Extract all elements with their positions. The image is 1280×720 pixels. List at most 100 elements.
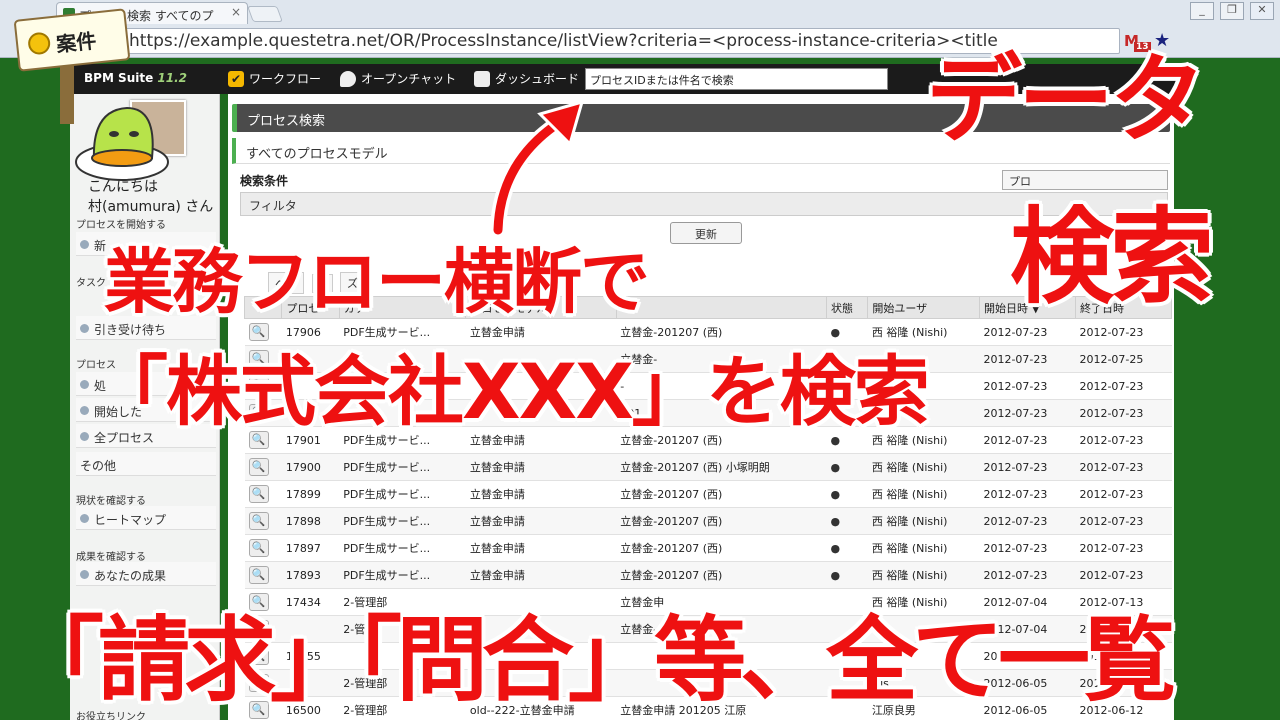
sign-label: 案件 [55,28,98,57]
sidebar-item-label: その他 [80,459,117,473]
table-cell: ● [826,507,868,535]
table-cell: PDF生成サービ... [339,561,466,589]
sidebar-section-task: タスク [76,278,106,289]
dashboard-icon [474,70,490,87]
table-cell: 西 裕隆 (Nishi) [867,561,980,589]
table-cell: 立替金-201207 (西) 小塚明朗 [616,453,827,481]
column-header[interactable]: 状態 [825,296,869,319]
table-cell: ● [826,534,868,562]
table-row[interactable]: 🔍 17893 PDF生成サービ... 立替金申請 立替金-201207 (西) ● 西 裕… [244,561,1172,589]
caption-search: 検索 [1010,196,1214,318]
caption-data: データ [926,44,1206,156]
table-cell: ● [826,561,868,589]
table-cell: 2012-07-23 [1075,453,1172,481]
table-cell: 2012-07-23 [979,345,1076,373]
table-cell: 17900 [281,453,340,481]
table-cell: 2012-07-23 [979,534,1076,562]
table-cell: 2012-07-23 [979,480,1076,508]
table-cell: PDF生成サービ... [339,507,466,535]
table-cell: 2012-07-23 [1075,480,1172,508]
table-cell: PDF生成サービ... [339,480,466,508]
table-cell: 2012-07-23 [1075,561,1172,589]
table-cell: 2012-07-23 [1075,372,1172,400]
table-cell: 立替金申請 [465,534,617,562]
nav-dashboard-label: ダッシュボード [495,72,580,86]
table-cell: ● [826,453,868,481]
table-row[interactable]: 🔍 17897 PDF生成サービ... 立替金申請 立替金-201207 (西) ● 西 裕… [244,534,1172,562]
magnifier-icon[interactable]: 🔍 [248,566,269,584]
table-cell: 2012-07-23 [979,453,1076,481]
magnifier-icon[interactable]: 🔍 [248,512,269,530]
user-name: 村(amumura) さん [88,199,214,215]
table-cell: 立替金申請 [465,480,617,508]
sidebar-item-other[interactable]: その他 [76,452,216,476]
sidebar-item-your-result[interactable]: あなたの成果 [76,562,216,586]
chat-bubble-icon [340,70,356,87]
table-row[interactable]: 🔍 17898 PDF生成サービ... 立替金申請 立替金-201207 (西) ● 西 裕… [244,507,1172,535]
table-cell: 2012-07-23 [1075,399,1172,427]
case-sign: 案件 [13,8,131,72]
minimize-button[interactable]: _ [1190,2,1214,20]
table-cell: PDF生成サービ... [339,534,466,562]
table-row[interactable]: 🔍 17900 PDF生成サービ... 立替金申請 立替金-201207 (西) 小塚明… [244,453,1172,481]
coin-icon [27,31,52,56]
process-search-input[interactable]: プロセスIDまたは件名で検索 [585,68,888,90]
table-cell: PDF生成サービ... [339,453,466,481]
update-button[interactable]: 更新 [670,222,742,244]
done-icon [80,380,89,389]
caption-cross-workflow: 業務フロー横断で [104,241,650,323]
table-cell: 2012-07-23 [979,561,1076,589]
table-cell: 西 裕隆 (Nishi) [867,534,980,562]
sidebar-section-result: 成果を確認する [76,552,146,563]
nav-open-chat[interactable]: オープンチャット [340,70,456,87]
table-cell: 立替金申請 [465,507,617,535]
criteria-label: 検索条件 [240,174,289,188]
table-cell: ● [826,480,868,508]
sidebar-item-label: あなたの成果 [94,569,167,583]
all-process-icon [80,432,89,441]
nav-dashboard[interactable]: ダッシュボード [474,70,579,87]
nav-workflow[interactable]: ✔ ワークフロー [228,70,321,87]
table-row[interactable]: 🔍 17899 PDF生成サービ... 立替金申請 立替金-201207 (西) ● 西 裕… [244,480,1172,508]
magnifier-icon[interactable]: 🔍 [248,539,269,557]
new-tab-button[interactable] [247,6,283,22]
table-cell: 2012-07-23 [1075,534,1172,562]
magnifier-icon[interactable]: 🔍 [248,485,269,503]
table-cell: 2012-07-25 [1075,345,1172,373]
column-header[interactable]: 開始ユーザ [867,296,980,319]
maximize-button[interactable]: ❐ [1220,2,1244,20]
close-tab-icon[interactable]: × [231,5,241,19]
table-cell: 2012-07-23 [1075,426,1172,454]
heatmap-icon [80,514,89,523]
brand-version: 11.2 [157,71,188,85]
table-cell: 立替金-201207 (西) [616,561,827,589]
mascot-character [75,106,169,181]
table-cell: 17898 [281,507,340,535]
table-cell: 立替金-201207 (西) [616,507,827,535]
table-cell: 2012-07-23 [979,426,1076,454]
table-cell: 2012-07-23 [979,507,1076,535]
table-cell: 西 裕隆 (Nishi) [867,480,980,508]
sidebar-section-status: 現状を確認する [76,496,146,507]
plus-icon [80,240,89,249]
brand-logo[interactable]: BPM Suite 11.2 [84,71,187,85]
pointer-arrow-icon [490,99,585,238]
row-view-cell: 🔍 [244,561,282,589]
row-view-cell: 🔍 [244,507,282,535]
row-view-cell: 🔍 [244,534,282,562]
claim-icon [80,324,89,333]
row-view-cell: 🔍 [244,480,282,508]
sidebar-item-heatmap[interactable]: ヒートマップ [76,506,216,530]
magnifier-icon[interactable]: 🔍 [248,458,269,476]
close-window-button[interactable]: ✕ [1250,2,1274,20]
caption-search-company: 「株式会社XXX」を検索 [92,347,930,436]
nav-chat-label: オープンチャット [361,72,457,86]
table-cell: 立替金申請 [465,453,617,481]
table-cell: 西 裕隆 (Nishi) [867,507,980,535]
table-cell: 西 裕隆 (Nishi) [867,453,980,481]
table-cell: 2012-07-23 [979,372,1076,400]
table-cell: 2012-07-23 [979,399,1076,427]
table-cell: 17893 [281,561,340,589]
table-cell: 立替金-201207 (西) [616,534,827,562]
table-cell: 立替金申請 [465,561,617,589]
